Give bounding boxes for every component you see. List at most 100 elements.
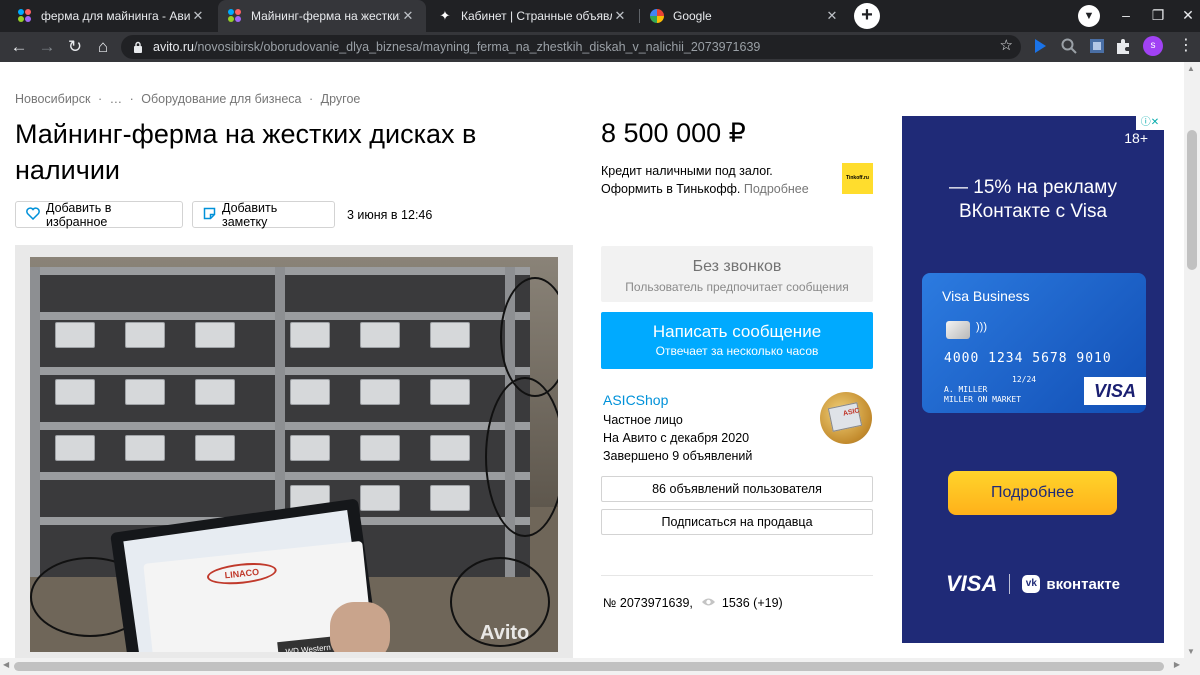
seller-avatar[interactable]: ASIC bbox=[820, 392, 872, 444]
page-content: Новосибирск · … · Оборудование для бизне… bbox=[0, 62, 1184, 658]
play-extension-icon[interactable] bbox=[1031, 37, 1049, 55]
close-window-button[interactable]: ✕ bbox=[1170, 0, 1200, 32]
tab-google[interactable]: Google ✕ bbox=[640, 0, 850, 32]
vk-logo: vk вконтакте bbox=[1022, 575, 1120, 593]
tab-title: Кабинет | Странные объявлени… bbox=[461, 9, 612, 23]
sparkle-favicon-icon: ✦ bbox=[439, 8, 451, 23]
favorites-label: Добавить в избранное bbox=[46, 200, 112, 229]
forward-arrow-icon[interactable]: → bbox=[36, 36, 58, 58]
new-tab-button[interactable]: + bbox=[854, 3, 880, 29]
note-icon bbox=[203, 207, 216, 223]
close-tab-icon[interactable]: ✕ bbox=[824, 8, 840, 24]
horizontal-scrollbar[interactable]: ◀ ▶ bbox=[0, 658, 1200, 675]
credit-offer: Кредит наличными под залог. Оформить в Т… bbox=[601, 162, 831, 198]
tab-avito-listing[interactable]: Майнинг-ферма на жестких дис… ✕ bbox=[218, 0, 426, 32]
avito-favicon-icon bbox=[228, 9, 242, 23]
box-logo: LINACO bbox=[205, 560, 278, 588]
ad-banner[interactable]: ⓘ✕ 18+ — 15% на рекламу ВКонтакте с Visa… bbox=[902, 116, 1164, 643]
page-title: Майнинг-ферма на жестких дисках в наличи… bbox=[15, 119, 477, 185]
note-label: Добавить заметку bbox=[222, 200, 278, 229]
card-holder: A. MILLER MILLER ON MARKET bbox=[944, 385, 1022, 404]
photo-gallery[interactable]: LINACO WD Western Digital Avito bbox=[15, 245, 573, 658]
back-arrow-icon[interactable]: ← bbox=[8, 36, 30, 58]
menu-kebab-icon[interactable]: ⋮ bbox=[1178, 35, 1194, 55]
scroll-up-arrow-icon[interactable]: ▲ bbox=[1187, 64, 1195, 73]
address-bar[interactable]: avito.ru/novosibirsk/oborudovanie_dlya_b… bbox=[121, 35, 1021, 59]
bookmark-star-icon[interactable]: ☆ bbox=[1000, 36, 1013, 54]
subscribe-seller-button[interactable]: Подписаться на продавца bbox=[601, 509, 873, 535]
listing-id: № 2073971639, bbox=[603, 595, 693, 610]
close-tab-icon[interactable]: ✕ bbox=[400, 8, 416, 24]
tab-title: ферма для майнинга - Авито | ОБ… bbox=[41, 9, 190, 23]
breadcrumb-sep: · bbox=[309, 92, 314, 106]
views-count: 1536 (+19) bbox=[721, 595, 783, 610]
screenshot-extension-icon[interactable] bbox=[1088, 37, 1106, 55]
visa-logo: VISA bbox=[946, 571, 998, 596]
browser-toolbar: ← → ↻ ⌂ avito.ru/novosibirsk/oborudovani… bbox=[0, 32, 1200, 62]
avito-favicon-icon bbox=[18, 9, 32, 23]
add-note-button[interactable]: Добавить заметку bbox=[192, 200, 335, 229]
credit-line1: Кредит наличными под залог. bbox=[601, 164, 773, 178]
close-tab-icon[interactable]: ✕ bbox=[190, 8, 206, 24]
download-indicator-icon[interactable]: ▼ bbox=[1078, 5, 1100, 27]
card-number: 4000 1234 5678 9010 bbox=[944, 351, 1112, 366]
seller-ads-button[interactable]: 86 объявлений пользователя bbox=[601, 476, 873, 502]
ad-cta-button[interactable]: Подробнее bbox=[948, 471, 1117, 515]
write-message-button[interactable]: Написать сообщение Отвечает за несколько… bbox=[601, 312, 873, 369]
adchoices-icon[interactable]: ⓘ✕ bbox=[1136, 116, 1164, 130]
tab-avito-search[interactable]: ферма для майнинга - Авито | ОБ… ✕ bbox=[8, 0, 216, 32]
breadcrumb-subcategory[interactable]: Другое bbox=[321, 92, 361, 106]
divider bbox=[601, 575, 873, 576]
search-icon[interactable] bbox=[1060, 37, 1078, 55]
contactless-icon: ))) bbox=[976, 321, 987, 333]
breadcrumb-city[interactable]: Новосибирск bbox=[15, 92, 90, 106]
close-tab-icon[interactable]: ✕ bbox=[612, 8, 628, 24]
no-calls-subtitle: Пользователь предпочитает сообщения bbox=[625, 280, 849, 294]
scroll-down-arrow-icon[interactable]: ▼ bbox=[1187, 647, 1195, 656]
credit-more-link[interactable]: Подробнее bbox=[744, 182, 809, 196]
scroll-left-arrow-icon[interactable]: ◀ bbox=[3, 660, 9, 669]
browser-tab-strip: ферма для майнинга - Авито | ОБ… ✕ Майни… bbox=[0, 0, 1200, 32]
profile-avatar[interactable]: s bbox=[1143, 36, 1163, 56]
minimize-window-button[interactable]: – bbox=[1108, 0, 1144, 32]
vertical-scroll-thumb[interactable] bbox=[1187, 130, 1197, 270]
card-chip-icon bbox=[946, 321, 970, 339]
seller-since: На Авито с декабря 2020 bbox=[603, 431, 750, 445]
vk-icon: vk bbox=[1022, 575, 1041, 593]
url-host: avito.ru bbox=[153, 40, 194, 54]
add-to-favorites-button[interactable]: Добавить в избранное bbox=[15, 200, 183, 229]
breadcrumb-category[interactable]: Оборудование для бизнеса bbox=[141, 92, 301, 106]
tinkoff-logo[interactable]: Tinkoff.ru bbox=[842, 163, 873, 194]
card-visa-logo: VISA bbox=[1084, 377, 1146, 405]
ad-brands: VISA vk вконтакте bbox=[902, 571, 1164, 597]
reload-icon[interactable]: ↻ bbox=[64, 36, 86, 58]
breadcrumb-sep: · bbox=[129, 92, 134, 106]
breadcrumb-sep: · bbox=[97, 92, 103, 106]
card-expiry: 12/24 bbox=[1012, 375, 1037, 384]
breadcrumb-ellipsis[interactable]: … bbox=[110, 92, 123, 106]
price: 8 500 000 ₽ bbox=[601, 118, 746, 148]
no-calls-notice: Без звонков Пользователь предпочитает со… bbox=[601, 246, 873, 302]
eye-icon bbox=[701, 595, 716, 610]
listing-meta: № 2073971639, 1536 (+19) bbox=[603, 595, 783, 610]
seller-name-link[interactable]: ASICShop bbox=[603, 392, 668, 408]
credit-line2: Оформить в Тинькофф. bbox=[601, 182, 741, 196]
write-message-title: Написать сообщение bbox=[652, 322, 822, 341]
vertical-scrollbar[interactable]: ▲ ▼ bbox=[1184, 62, 1200, 658]
home-icon[interactable]: ⌂ bbox=[92, 36, 114, 58]
age-rating: 18+ bbox=[1124, 130, 1148, 146]
write-message-subtitle: Отвечает за несколько часов bbox=[655, 344, 819, 358]
heart-icon bbox=[26, 206, 40, 223]
tab-title: Майнинг-ферма на жестких дис… bbox=[251, 9, 400, 23]
horizontal-scroll-thumb[interactable] bbox=[14, 662, 1164, 671]
scroll-right-arrow-icon[interactable]: ▶ bbox=[1174, 660, 1180, 669]
extensions-puzzle-icon[interactable] bbox=[1114, 37, 1132, 55]
listing-photo[interactable]: LINACO WD Western Digital Avito bbox=[30, 257, 558, 652]
seller-info: Частное лицо На Авито с декабря 2020 Зав… bbox=[603, 411, 752, 465]
tab-cabinet[interactable]: ✦ Кабинет | Странные объявлени… ✕ bbox=[428, 0, 638, 32]
url-path: /novosibirsk/oborudovanie_dlya_biznesa/m… bbox=[194, 40, 761, 54]
lock-icon bbox=[133, 41, 143, 53]
seller-type: Частное лицо bbox=[603, 413, 683, 427]
ad-headline: — 15% на рекламу ВКонтакте с Visa bbox=[948, 177, 1117, 222]
vk-label: вконтакте bbox=[1046, 575, 1120, 593]
